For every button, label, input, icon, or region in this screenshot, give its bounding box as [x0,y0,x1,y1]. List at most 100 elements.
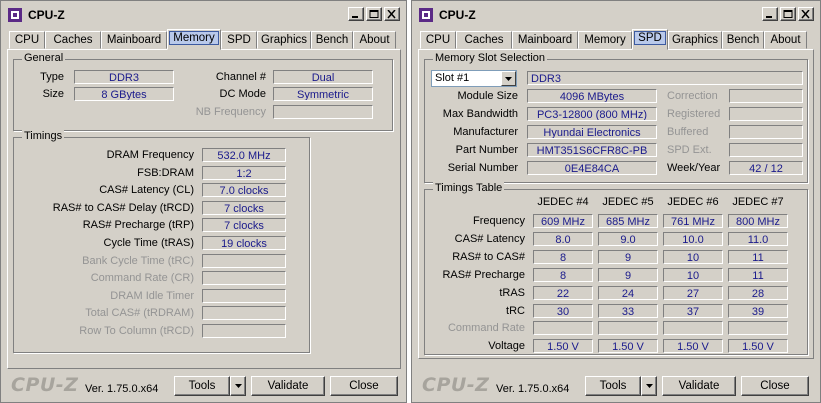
timing-value: 7 clocks [202,218,286,233]
spd-timing-cell: 10 [663,267,723,282]
tab-mainboard[interactable]: Mainboard [101,31,167,49]
jedec-column-header: JEDEC #4 [537,196,589,208]
spd-timing-cell: 9 [598,249,658,264]
serial-number-value: 0E4E84CA [527,161,657,175]
validate-button[interactable]: Validate [251,376,325,396]
cpuz-window-memory: CPU-Z CPU Caches Mainboard Memory SPD Gr… [0,0,407,403]
tools-button[interactable]: Tools [585,376,641,396]
validate-button[interactable]: Validate [662,376,736,396]
spd-timing-cell: 800 MHz [728,214,788,228]
minimize-button[interactable] [762,7,778,21]
tab-spd[interactable]: SPD [221,31,257,49]
spd-timing-cell: 28 [728,285,788,300]
close-window-button[interactable] [798,7,814,21]
close-button[interactable]: Close [330,376,398,396]
spd-timing-label: Frequency [473,215,525,227]
spd-timing-cell: 761 MHz [663,214,723,228]
spd-timing-cell: 39 [728,303,788,318]
buffered-value [729,125,803,139]
maximize-button[interactable] [366,7,382,21]
tab-memory[interactable]: Memory [578,31,632,49]
timing-value [202,271,286,286]
memory-page: General Type DDR3 Size 8 GBytes Channel … [7,49,401,369]
cpuz-window-spd: CPU-Z CPU Caches Mainboard Memory SPD Gr… [411,0,821,403]
spd-timing-label: Voltage [488,340,525,353]
tab-memory[interactable]: Memory [167,29,221,50]
timings-table-group: Timings Table JEDEC #4 JEDEC #5 JEDEC #6 JE… [424,182,808,355]
close-icon [387,10,396,19]
spd-ext-label: SPD Ext. [667,144,712,156]
memory-type-value: DDR3 [527,71,803,85]
tab-mainboard[interactable]: Mainboard [512,31,578,49]
tab-caches[interactable]: Caches [456,31,512,49]
spd-timing-cell [663,321,723,336]
tools-button[interactable]: Tools [174,376,230,396]
manufacturer-value: Hyundai Electronics [527,125,657,139]
timing-label: Bank Cycle Time (tRC) [82,254,194,267]
title-bar[interactable]: CPU-Z [412,1,820,29]
cpuz-logo: CPU-Z [11,374,79,396]
timing-label: Command Rate (CR) [90,272,194,285]
spd-timing-cell: 11 [728,249,788,264]
tab-spd[interactable]: SPD [632,29,668,50]
spd-timing-cell: 1.50 V [663,339,723,354]
tab-graphics[interactable]: Graphics [668,31,722,49]
close-button[interactable]: Close [741,376,809,396]
timing-label: DRAM Idle Timer [110,289,194,302]
slot-select-arrow[interactable] [501,71,516,86]
tab-graphics[interactable]: Graphics [257,31,311,49]
timing-value [202,324,286,338]
spd-timing-cell: 10 [663,249,723,264]
tools-dropdown-button[interactable] [641,376,657,396]
tab-caches[interactable]: Caches [45,31,101,49]
spd-timing-label: Command Rate [447,322,525,335]
tab-about[interactable]: About [764,31,807,49]
cpuz-logo: CPU-Z [422,374,490,396]
spd-timing-cell: 1.50 V [728,339,788,354]
close-window-button[interactable] [384,7,400,21]
maximize-button[interactable] [780,7,796,21]
nb-frequency-label: NB Frequency [195,106,266,118]
registered-value [729,107,803,121]
spd-timing-cell: 9 [598,267,658,282]
timing-value: 19 clocks [202,236,286,250]
part-number-value: HMT351S6CFR8C-PB [527,143,657,157]
spd-timing-cell [728,321,788,336]
size-label: Size [42,88,64,100]
tools-dropdown-button[interactable] [230,376,246,396]
channel-label: Channel # [215,71,266,83]
timings-group: Timings DRAM Frequency 532.0 MHz FSB:DRAM 1… [13,130,310,353]
spd-timing-cell: 9.0 [598,231,658,246]
part-number-label: Part Number [455,144,518,156]
spd-timing-label: RAS# Precharge [442,268,525,281]
type-label: Type [40,71,64,83]
title-bar[interactable]: CPU-Z [1,1,406,29]
jedec-column-header: JEDEC #6 [667,196,719,208]
jedec-column-header: JEDEC #7 [732,196,784,208]
spd-timing-label: RAS# to CAS# [452,250,525,263]
spd-timing-cell: 8 [533,267,593,282]
timings-table-group-title: Timings Table [433,182,505,194]
slot-select[interactable]: Slot #1 [431,70,517,87]
manufacturer-label: Manufacturer [453,126,518,138]
tab-about[interactable]: About [353,31,396,49]
module-size-label: Module Size [457,90,518,102]
channel-value: Dual [273,70,373,84]
spd-timing-cell: 8 [533,249,593,264]
minimize-button[interactable] [348,7,364,21]
timings-group-title: Timings [22,130,65,142]
memory-slot-group: Memory Slot Selection Slot #1 DDR3 Modul… [424,52,808,183]
timing-value [202,253,286,268]
timing-value [202,306,286,321]
spd-timing-cell: 8.0 [533,231,593,246]
timing-value: 532.0 MHz [202,148,286,162]
tab-bench[interactable]: Bench [311,31,353,49]
spd-page: Memory Slot Selection Slot #1 DDR3 Modul… [418,49,814,359]
close-icon [801,10,810,19]
tab-bench[interactable]: Bench [722,31,764,49]
tab-cpu[interactable]: CPU [9,31,45,49]
timing-label: CAS# Latency (CL) [99,184,194,197]
spd-timing-cell: 27 [663,285,723,300]
tab-cpu[interactable]: CPU [420,31,456,49]
timing-value: 1:2 [202,165,286,180]
